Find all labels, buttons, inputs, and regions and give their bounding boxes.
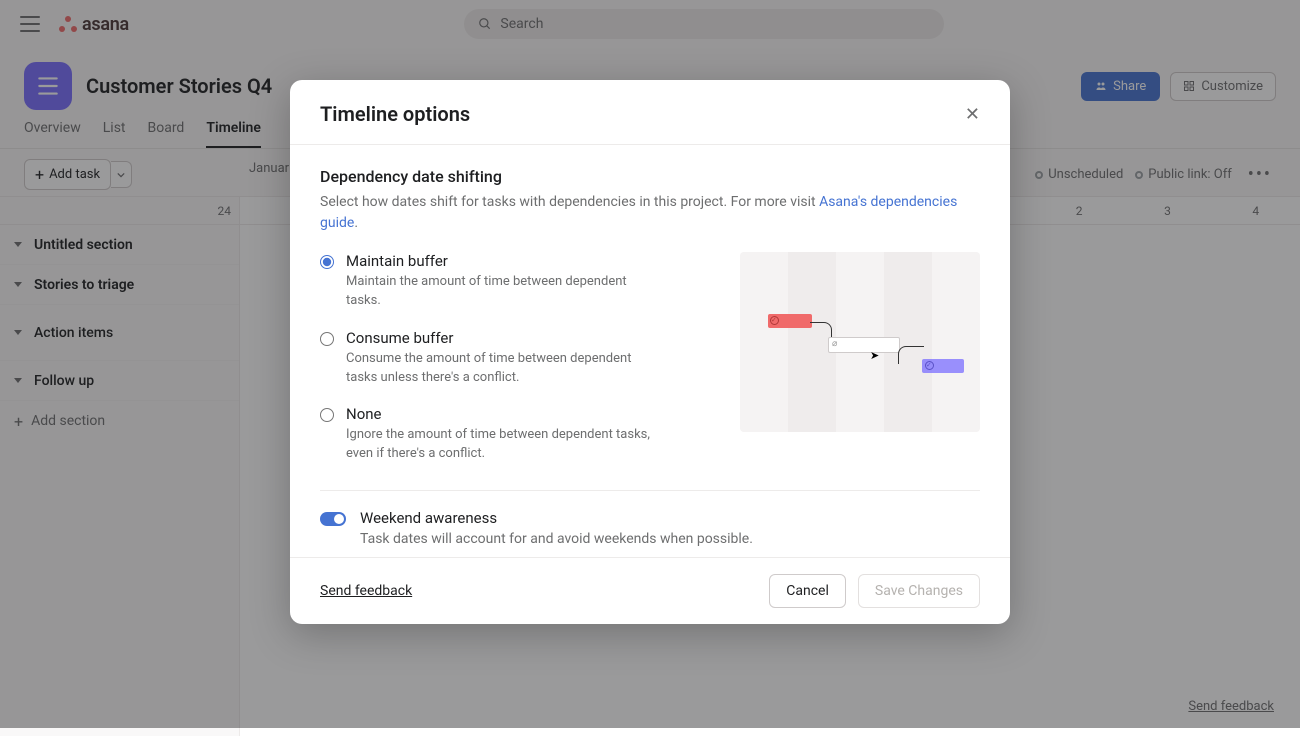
radio-consume[interactable] — [320, 332, 334, 346]
timeline-options-modal: Timeline options ✕ Dependency date shift… — [290, 80, 1010, 624]
weekend-toggle[interactable] — [320, 512, 346, 526]
option-consume-buffer[interactable]: Consume buffer Consume the amount of tim… — [320, 329, 710, 388]
dependency-section-desc: Select how dates shift for tasks with de… — [320, 192, 980, 234]
option-maintain-buffer[interactable]: Maintain buffer Maintain the amount of t… — [320, 252, 710, 311]
weekend-awareness-row: Weekend awareness Task dates will accoun… — [320, 509, 980, 547]
radio-none[interactable] — [320, 408, 334, 422]
close-icon[interactable]: ✕ — [965, 104, 980, 125]
modal-header: Timeline options ✕ — [290, 80, 1010, 145]
cancel-button[interactable]: Cancel — [769, 574, 846, 608]
save-changes-button[interactable]: Save Changes — [858, 574, 980, 608]
send-feedback-link[interactable]: Send feedback — [320, 583, 412, 599]
dependency-preview-graphic: ➤ — [740, 252, 980, 432]
option-none[interactable]: None Ignore the amount of time between d… — [320, 405, 710, 464]
cursor-icon: ➤ — [870, 349, 879, 362]
dependency-section-title: Dependency date shifting — [320, 167, 980, 186]
modal-title: Timeline options — [320, 102, 470, 126]
radio-maintain[interactable] — [320, 255, 334, 269]
modal-footer: Send feedback Cancel Save Changes — [290, 557, 1010, 624]
